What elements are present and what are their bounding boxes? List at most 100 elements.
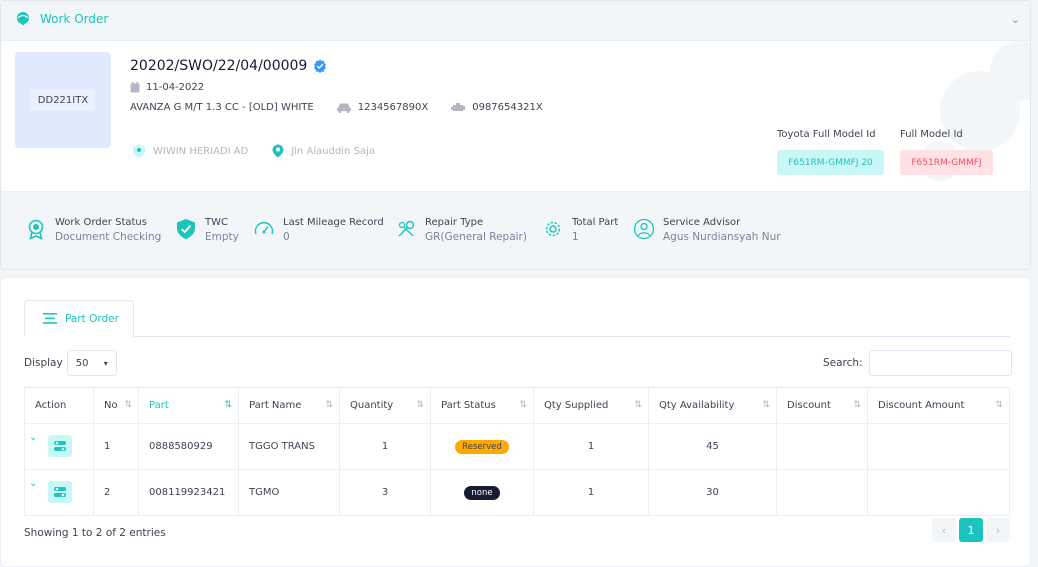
cell-quantity: 3 [339,469,431,516]
page-size-control: Display 50 ▾ [24,350,117,376]
license-plate: DD221ITX [31,89,95,111]
col-qty-supplied[interactable]: Qty Supplied ⇅ [533,387,649,424]
cell-discount-amount [867,423,1010,470]
cell-part-name: TGMO [238,469,340,516]
stat-repair-type: Repair Type GR(General Repair) [395,216,527,245]
tab-divider [24,336,1010,337]
stat-total-part: Total Part 1 [542,216,618,245]
col-part-status[interactable]: Part Status ⇅ [430,387,534,424]
customer-address: Jln Alauddin Saja [291,145,375,157]
cell-discount [776,423,868,470]
stat-value: Empty [205,231,239,243]
chevron-down-icon[interactable]: ⌄ [1011,13,1020,26]
pagination: ‹ 1 › [932,518,1010,542]
stat-last-mileage: Last Mileage Record 0 [253,216,384,245]
badge-icon [28,219,44,240]
stat-work-order-status: Work Order Status Document Checking [25,216,161,245]
stat-value: 0 [283,231,290,243]
cell-qty-supplied: 1 [533,423,649,470]
customer-name: WIWIN HERIADI AD [153,145,249,157]
full-model-label: Full Model Id [900,129,963,140]
col-part[interactable]: Part ⇅ [138,387,239,424]
tools-icon [398,220,415,237]
table-header-row: Action No ⇅ Part ⇅ Part Name ⇅ Quantity ⇅ Pa… [24,387,1010,424]
toyota-full-model-chip: F651RM-GMMFJ 20 [777,150,884,175]
work-order-number-text: 20202/SWO/22/04/00009 [130,58,308,74]
owner-info: WIWIN HERIADI AD Jln Alauddin Saja [132,144,399,158]
cell-part: 0888580929 [138,423,239,470]
col-qty-availability[interactable]: Qty Availability ⇅ [648,387,777,424]
shield-check-icon [177,219,195,239]
cell-part-status: Reserved [430,423,534,470]
sort-icon: ⇅ [124,400,132,410]
stat-label: TWC [205,217,228,228]
cell-qty-availability: 30 [648,469,777,516]
col-action: Action [24,387,94,424]
prev-page-button[interactable]: ‹ [932,518,956,542]
sort-icon: ⇅ [995,400,1003,410]
owner-badge-icon [133,144,145,158]
vehicle-thumbnail: DD221ITX [15,52,111,148]
brand-logo-icon [17,12,29,26]
stat-twc: TWC Empty [175,216,239,245]
tab-part-order[interactable]: Part Order [24,300,134,337]
expand-chevron-icon[interactable]: ⌄ [29,478,37,489]
cell-discount [776,469,868,516]
cell-qty-availability: 45 [648,423,777,470]
table-row: ⌄ 1 0888580929 TGGO TRANS 1 Reserved 1 4… [24,423,1010,470]
date-text: 11-04-2022 [146,82,205,93]
sort-icon: ⇅ [634,400,642,410]
col-quantity[interactable]: Quantity ⇅ [339,387,431,424]
sort-icon: ⇅ [853,400,861,410]
work-order-date: 11-04-2022 [130,82,204,93]
toggle-action-button[interactable] [48,435,72,457]
table-search: Search: [823,350,1012,376]
vehicle-model: AVANZA G M/T 1.3 CC - [OLD] WHITE [130,102,314,113]
engine-number: 1234567890X [357,102,429,113]
stat-value: 1 [572,231,579,243]
work-order-card: Work Order ⌄ DD221ITX 20202/SWO/22/04/00… [0,0,1031,270]
cell-discount-amount [867,469,1010,516]
col-discount-amount[interactable]: Discount Amount ⇅ [867,387,1010,424]
stat-label: Service Advisor [663,217,741,228]
cell-part: 008119923421 [138,469,239,516]
col-part-name[interactable]: Part Name ⇅ [238,387,340,424]
location-pin-icon [272,144,284,158]
action-cell: ⌄ [24,423,94,470]
cell-part-name: TGGO TRANS [238,423,340,470]
tab-label: Part Order [65,312,119,325]
toggle-action-button[interactable] [48,481,72,503]
expand-chevron-icon[interactable]: ⌄ [29,432,37,443]
status-badge: none [464,485,500,500]
search-input[interactable] [868,350,1012,376]
work-order-number: 20202/SWO/22/04/00009 [130,58,327,74]
col-no[interactable]: No ⇅ [93,387,139,424]
page-size-select[interactable]: 50 ▾ [66,350,117,376]
stat-service-advisor: Service Advisor Agus Nurdiansyah Nur [633,216,781,245]
car-icon [336,103,351,113]
action-cell: ⌄ [24,469,94,516]
sort-icon: ⇅ [416,400,424,410]
status-badge: Reserved [455,439,509,454]
model-labels: Toyota Full Model Id Full Model Id [777,129,963,140]
stat-value: GR(General Repair) [425,231,527,243]
entries-info: Showing 1 to 2 of 2 entries [24,527,166,539]
part-order-table: Action No ⇅ Part ⇅ Part Name ⇅ Quantity ⇅ Pa… [24,387,1010,516]
next-page-button[interactable]: › [986,518,1010,542]
page-title: Work Order [40,12,109,26]
page-button-current[interactable]: 1 [959,518,983,542]
col-discount[interactable]: Discount ⇅ [776,387,868,424]
user-icon [633,218,655,240]
chassis-number: 0987654321X [472,102,543,113]
part-order-card: Part Order Display 50 ▾ Search: Action N… [0,277,1031,567]
display-label: Display [24,357,63,369]
select-arrows-icon: ▾ [103,358,108,368]
full-model-chip: F651RM-GMMFJ [900,150,993,175]
sort-icon: ⇅ [762,400,770,410]
toyota-full-model-label: Toyota Full Model Id [777,129,876,140]
stat-value: Document Checking [55,231,162,243]
stat-label: Work Order Status [55,217,147,228]
verified-icon [314,59,327,73]
card-header[interactable]: Work Order ⌄ [1,1,1030,41]
sort-icon: ⇅ [519,400,527,410]
